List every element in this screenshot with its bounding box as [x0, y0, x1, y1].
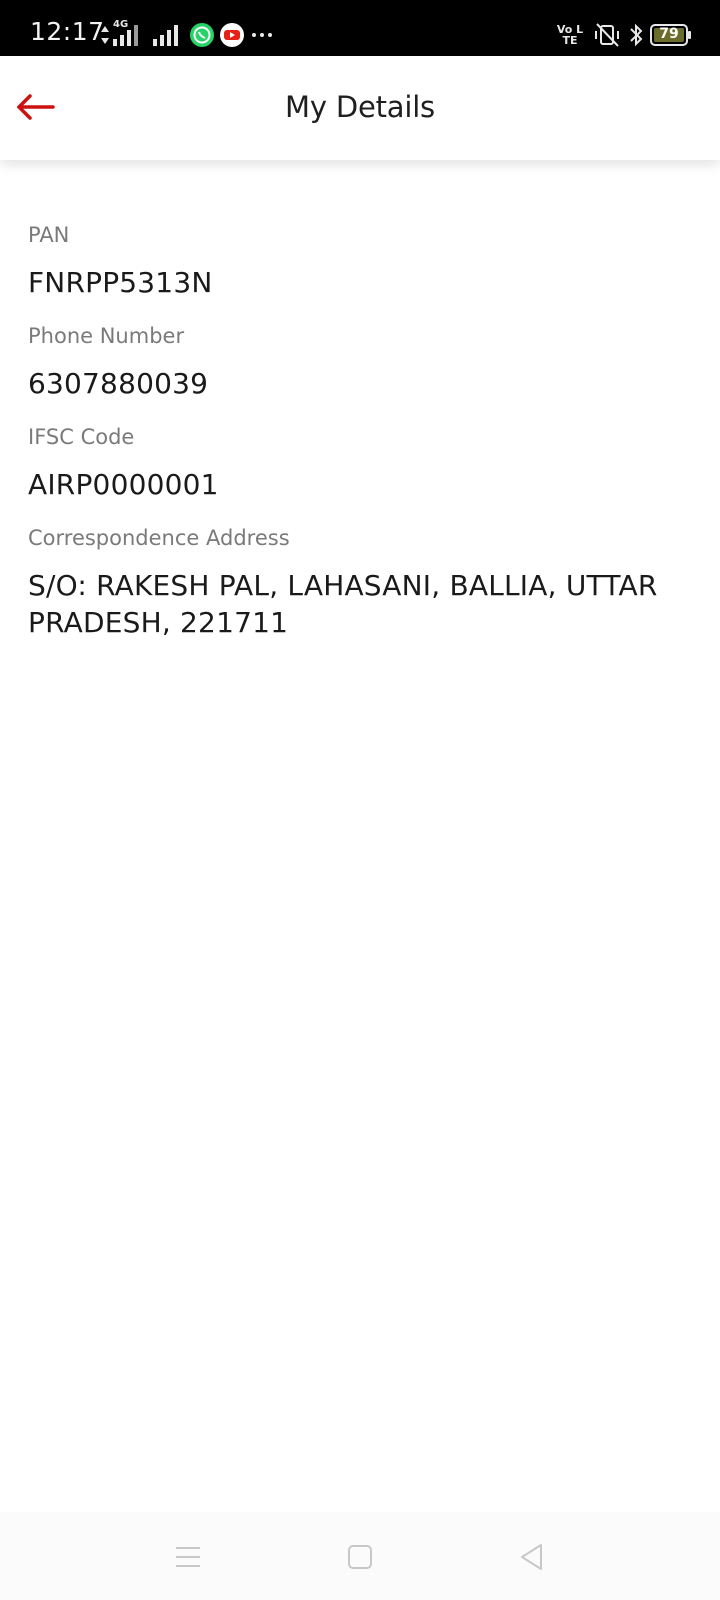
- home-square-icon[interactable]: [346, 1543, 374, 1571]
- battery-icon: 79: [650, 23, 692, 47]
- address-value: S/O: RAKESH PAL, LAHASANI, BALLIA, UTTAR…: [28, 569, 658, 639]
- volte-icon: Vo LTE: [554, 24, 586, 46]
- phone-value: 6307880039: [28, 367, 209, 400]
- status-right-icons: Vo LTE 79: [554, 20, 692, 50]
- system-nav-bar: [0, 1512, 720, 1600]
- page-title: My Details: [285, 90, 435, 124]
- vibrate-icon: [592, 22, 622, 48]
- address-field: Correspondence Address S/O: RAKESH PAL, …: [28, 521, 688, 641]
- pan-value: FNRPP5313N: [28, 266, 213, 299]
- details-list: PAN FNRPP5313N Phone Number 6307880039 I…: [28, 200, 688, 659]
- address-label: Correspondence Address: [28, 526, 290, 550]
- volte-label: Vo LTE: [556, 23, 584, 47]
- recent-apps-button[interactable]: [163, 1532, 213, 1582]
- ifsc-field: IFSC Code AIRP0000001: [28, 420, 688, 503]
- pan-label: PAN: [28, 223, 70, 247]
- status-time: 12:17: [30, 17, 105, 46]
- bluetooth-icon: [628, 22, 644, 48]
- status-bar: 12:17 4G Vo LTE 79: [0, 0, 720, 56]
- more-dots-icon: [251, 30, 273, 40]
- youtube-icon: [219, 22, 245, 48]
- pan-field: PAN FNRPP5313N: [28, 218, 688, 301]
- phone-label: Phone Number: [28, 324, 185, 348]
- whatsapp-icon: [189, 22, 215, 48]
- back-nav-button[interactable]: [507, 1532, 557, 1582]
- signal-icon: [151, 21, 181, 49]
- battery-level: 79: [659, 26, 679, 42]
- ifsc-label: IFSC Code: [28, 425, 135, 449]
- home-button[interactable]: [335, 1532, 385, 1582]
- data-arrows-icon: [100, 24, 110, 46]
- status-left-icons: 4G: [100, 19, 273, 50]
- back-triangle-icon[interactable]: [518, 1542, 546, 1572]
- menu-icon[interactable]: [174, 1544, 202, 1570]
- ifsc-value: AIRP0000001: [28, 468, 219, 501]
- phone-field: Phone Number 6307880039: [28, 319, 688, 402]
- signal-icon: 4G: [111, 19, 141, 49]
- app-header: My Details: [0, 56, 720, 160]
